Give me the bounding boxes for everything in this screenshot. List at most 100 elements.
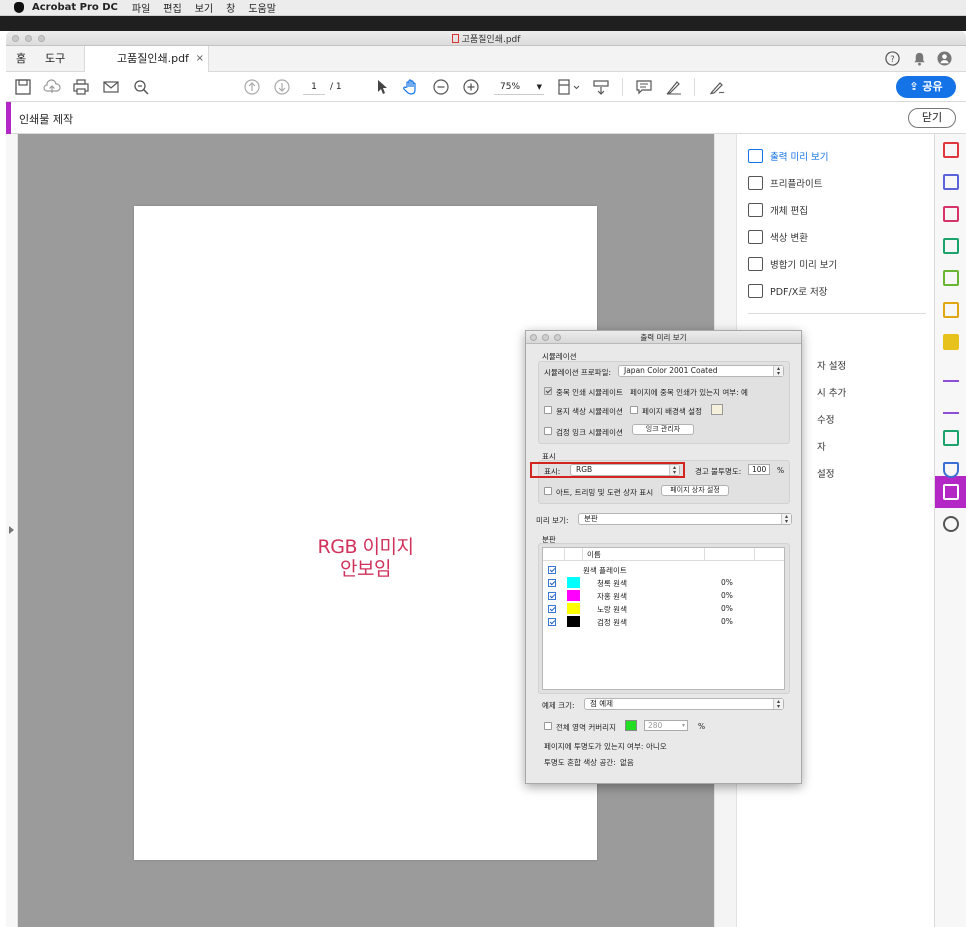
comment-icon[interactable] (635, 78, 653, 96)
show-select[interactable]: RGB ▴ ▾ (570, 464, 680, 476)
separations-header: 이름 (543, 548, 784, 561)
scan-icon[interactable] (943, 430, 959, 446)
left-panel-toggle[interactable] (6, 134, 18, 927)
convert-colors-item[interactable]: 색상 변환 (748, 229, 808, 249)
dialog-title: 출력 미리 보기 (640, 333, 687, 342)
menu-help[interactable]: 도움말 (248, 0, 276, 15)
preflight-item[interactable]: 프리플라이트 (748, 175, 822, 195)
art-trim-checkbox[interactable] (544, 487, 552, 495)
menu-window[interactable]: 창 (226, 0, 235, 15)
tab-document[interactable]: 고품질인쇄.pdf × (84, 46, 209, 73)
page-number-input[interactable]: 1 (303, 79, 325, 95)
more-tools-icon[interactable] (943, 516, 959, 532)
hidden-item-1[interactable]: 자 설정 (817, 357, 846, 377)
save-icon[interactable] (14, 78, 32, 96)
create-pdf-icon[interactable] (943, 142, 959, 158)
notification-bell-icon[interactable] (912, 51, 927, 66)
black-ink-checkbox[interactable] (544, 427, 552, 435)
page-box-button[interactable]: 페이지 상자 설정 (661, 485, 729, 496)
sim-profile-select[interactable]: Japan Color 2001 Coated ▴ ▾ (618, 365, 784, 377)
zoom-out-icon[interactable] (432, 78, 450, 96)
tab-tools[interactable]: 도구 (45, 46, 65, 72)
page-bg-label: 페이지 배경색 설정 (642, 407, 702, 416)
separation-name: 검정 원색 (597, 618, 627, 627)
separation-row[interactable]: 원색 플레이트 (543, 564, 784, 577)
next-page-icon[interactable] (273, 78, 291, 96)
warn-opacity-input[interactable]: 100 (748, 464, 770, 475)
menu-file[interactable]: 파일 (132, 0, 150, 15)
page-bg-checkbox[interactable] (630, 406, 638, 414)
separation-percent: 0% (721, 617, 733, 626)
edit-object-item[interactable]: 개체 편집 (748, 202, 808, 222)
tab-home[interactable]: 홈 (16, 46, 26, 72)
separation-checkbox[interactable] (548, 592, 556, 600)
separation-row[interactable]: 노랑 원색 0% (543, 603, 784, 616)
coverage-color-swatch[interactable] (625, 720, 637, 731)
app-menu[interactable]: Acrobat Pro DC (32, 2, 118, 13)
help-icon[interactable]: ? (885, 51, 900, 66)
find-zoom-icon[interactable] (132, 78, 150, 96)
page-overprint-value: 예 (741, 388, 748, 397)
coverage-select[interactable]: 280 ▾ (644, 720, 688, 731)
preview-select[interactable]: 분판 ▴ ▾ (578, 513, 792, 525)
account-avatar-icon[interactable] (937, 51, 952, 66)
flattener-preview-item[interactable]: 병합기 미리 보기 (748, 256, 837, 276)
paper-color-checkbox[interactable] (544, 406, 552, 414)
send-for-signature-icon[interactable] (943, 398, 959, 414)
protect-icon[interactable] (943, 462, 959, 478)
fill-sign-icon[interactable] (943, 366, 959, 382)
coverage-value: 280 (648, 721, 663, 730)
create-form-icon[interactable] (943, 302, 959, 318)
edit-pdf-icon[interactable] (943, 270, 959, 286)
cloud-upload-icon[interactable] (43, 78, 61, 96)
menu-view[interactable]: 보기 (195, 0, 213, 15)
separation-row[interactable]: 자홍 원색 0% (543, 590, 784, 603)
hand-tool-icon[interactable] (402, 78, 420, 96)
dialog-zoom-button[interactable] (554, 334, 561, 341)
separation-checkbox[interactable] (548, 605, 556, 613)
separation-checkbox[interactable] (548, 566, 556, 574)
separation-checkbox[interactable] (548, 618, 556, 626)
zoom-in-icon[interactable] (462, 78, 480, 96)
share-button[interactable]: ⇪ 공유 (896, 76, 956, 98)
combine-files-icon[interactable] (943, 174, 959, 190)
draw-pen-icon[interactable] (665, 78, 683, 96)
sample-size-select[interactable]: 점 예제 ▴ ▾ (584, 698, 784, 710)
item-label: 프리플라이트 (770, 179, 823, 190)
desktop-background (0, 16, 966, 31)
save-pdfx-item[interactable]: PDF/X로 저장 (748, 283, 827, 303)
overprint-checkbox[interactable] (544, 387, 552, 395)
output-preview-item[interactable]: 출력 미리 보기 (748, 148, 828, 168)
tool-title: 인쇄물 제작 (19, 113, 74, 126)
hidden-item-5[interactable]: 설정 (817, 465, 834, 485)
zoom-level-select[interactable]: 75% ▼ (494, 79, 544, 95)
select-arrow-icon[interactable] (373, 78, 391, 96)
previous-page-icon[interactable] (243, 78, 261, 96)
email-icon[interactable] (102, 78, 120, 96)
separation-row[interactable]: 검정 원색 0% (543, 616, 784, 629)
save-pdfx-icon (748, 284, 763, 298)
separation-row[interactable]: 청록 원색 0% (543, 577, 784, 590)
scroll-mode-icon[interactable] (592, 78, 610, 96)
menu-edit[interactable]: 편집 (163, 0, 181, 15)
close-tool-button[interactable]: 닫기 (908, 108, 956, 128)
comment-rail-icon[interactable] (943, 334, 959, 350)
total-coverage-checkbox[interactable] (544, 722, 552, 730)
sign-icon[interactable] (709, 78, 727, 96)
ink-manager-button[interactable]: 잉크 관리자 (632, 424, 694, 435)
page-display-icon[interactable] (556, 78, 582, 96)
dialog-close-button[interactable] (530, 334, 537, 341)
dialog-minimize-button[interactable] (542, 334, 549, 341)
print-production-icon[interactable] (943, 484, 959, 500)
separation-checkbox[interactable] (548, 579, 556, 587)
menu-bar: Acrobat Pro DC 파일 편집 보기 창 도움말 (0, 0, 966, 16)
print-icon[interactable] (72, 78, 90, 96)
organize-pages-icon[interactable] (943, 206, 959, 222)
apple-icon[interactable] (14, 2, 24, 13)
page-bg-color-swatch[interactable] (711, 404, 723, 415)
hidden-item-4[interactable]: 자 (817, 438, 826, 458)
hidden-item-3[interactable]: 수정 (817, 411, 834, 431)
export-pdf-icon[interactable] (943, 238, 959, 254)
hidden-item-2[interactable]: 시 추가 (817, 384, 846, 404)
close-tab-icon[interactable]: × (196, 46, 204, 72)
